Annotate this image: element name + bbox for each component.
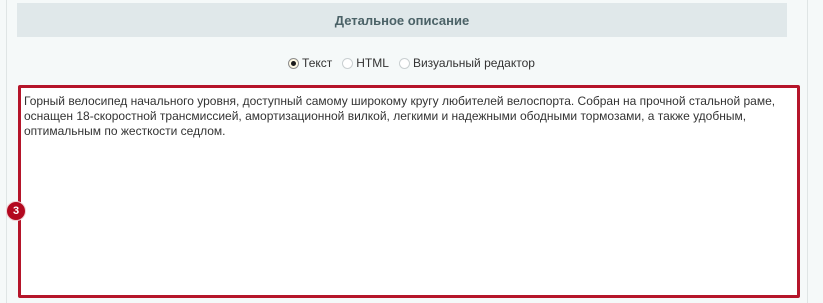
description-textarea[interactable]: Горный велосипед начального уровня, дост…	[21, 88, 797, 295]
format-option-label: Визуальный редактор	[412, 56, 535, 70]
format-option-text[interactable]: Текст	[288, 56, 332, 70]
format-option-html[interactable]: HTML	[342, 56, 389, 70]
radio-unchecked-icon[interactable]	[398, 57, 410, 69]
format-option-label: HTML	[356, 56, 389, 70]
description-textarea-highlight: Горный велосипед начального уровня, дост…	[18, 85, 800, 298]
format-option-visual-editor[interactable]: Визуальный редактор	[398, 56, 535, 70]
description-panel: Детальное описание Текст HTML Визуальный…	[0, 0, 823, 303]
section-title: Детальное описание	[334, 12, 470, 28]
format-radio-group: Текст HTML Визуальный редактор	[0, 54, 823, 72]
step-number-badge: 3	[6, 201, 26, 221]
section-header: Детальное описание	[17, 3, 787, 37]
panel-left-border	[6, 0, 7, 303]
panel-right-border	[807, 0, 808, 303]
format-option-label: Текст	[302, 56, 333, 70]
radio-checked-icon[interactable]	[288, 57, 300, 69]
radio-unchecked-icon[interactable]	[342, 57, 354, 69]
